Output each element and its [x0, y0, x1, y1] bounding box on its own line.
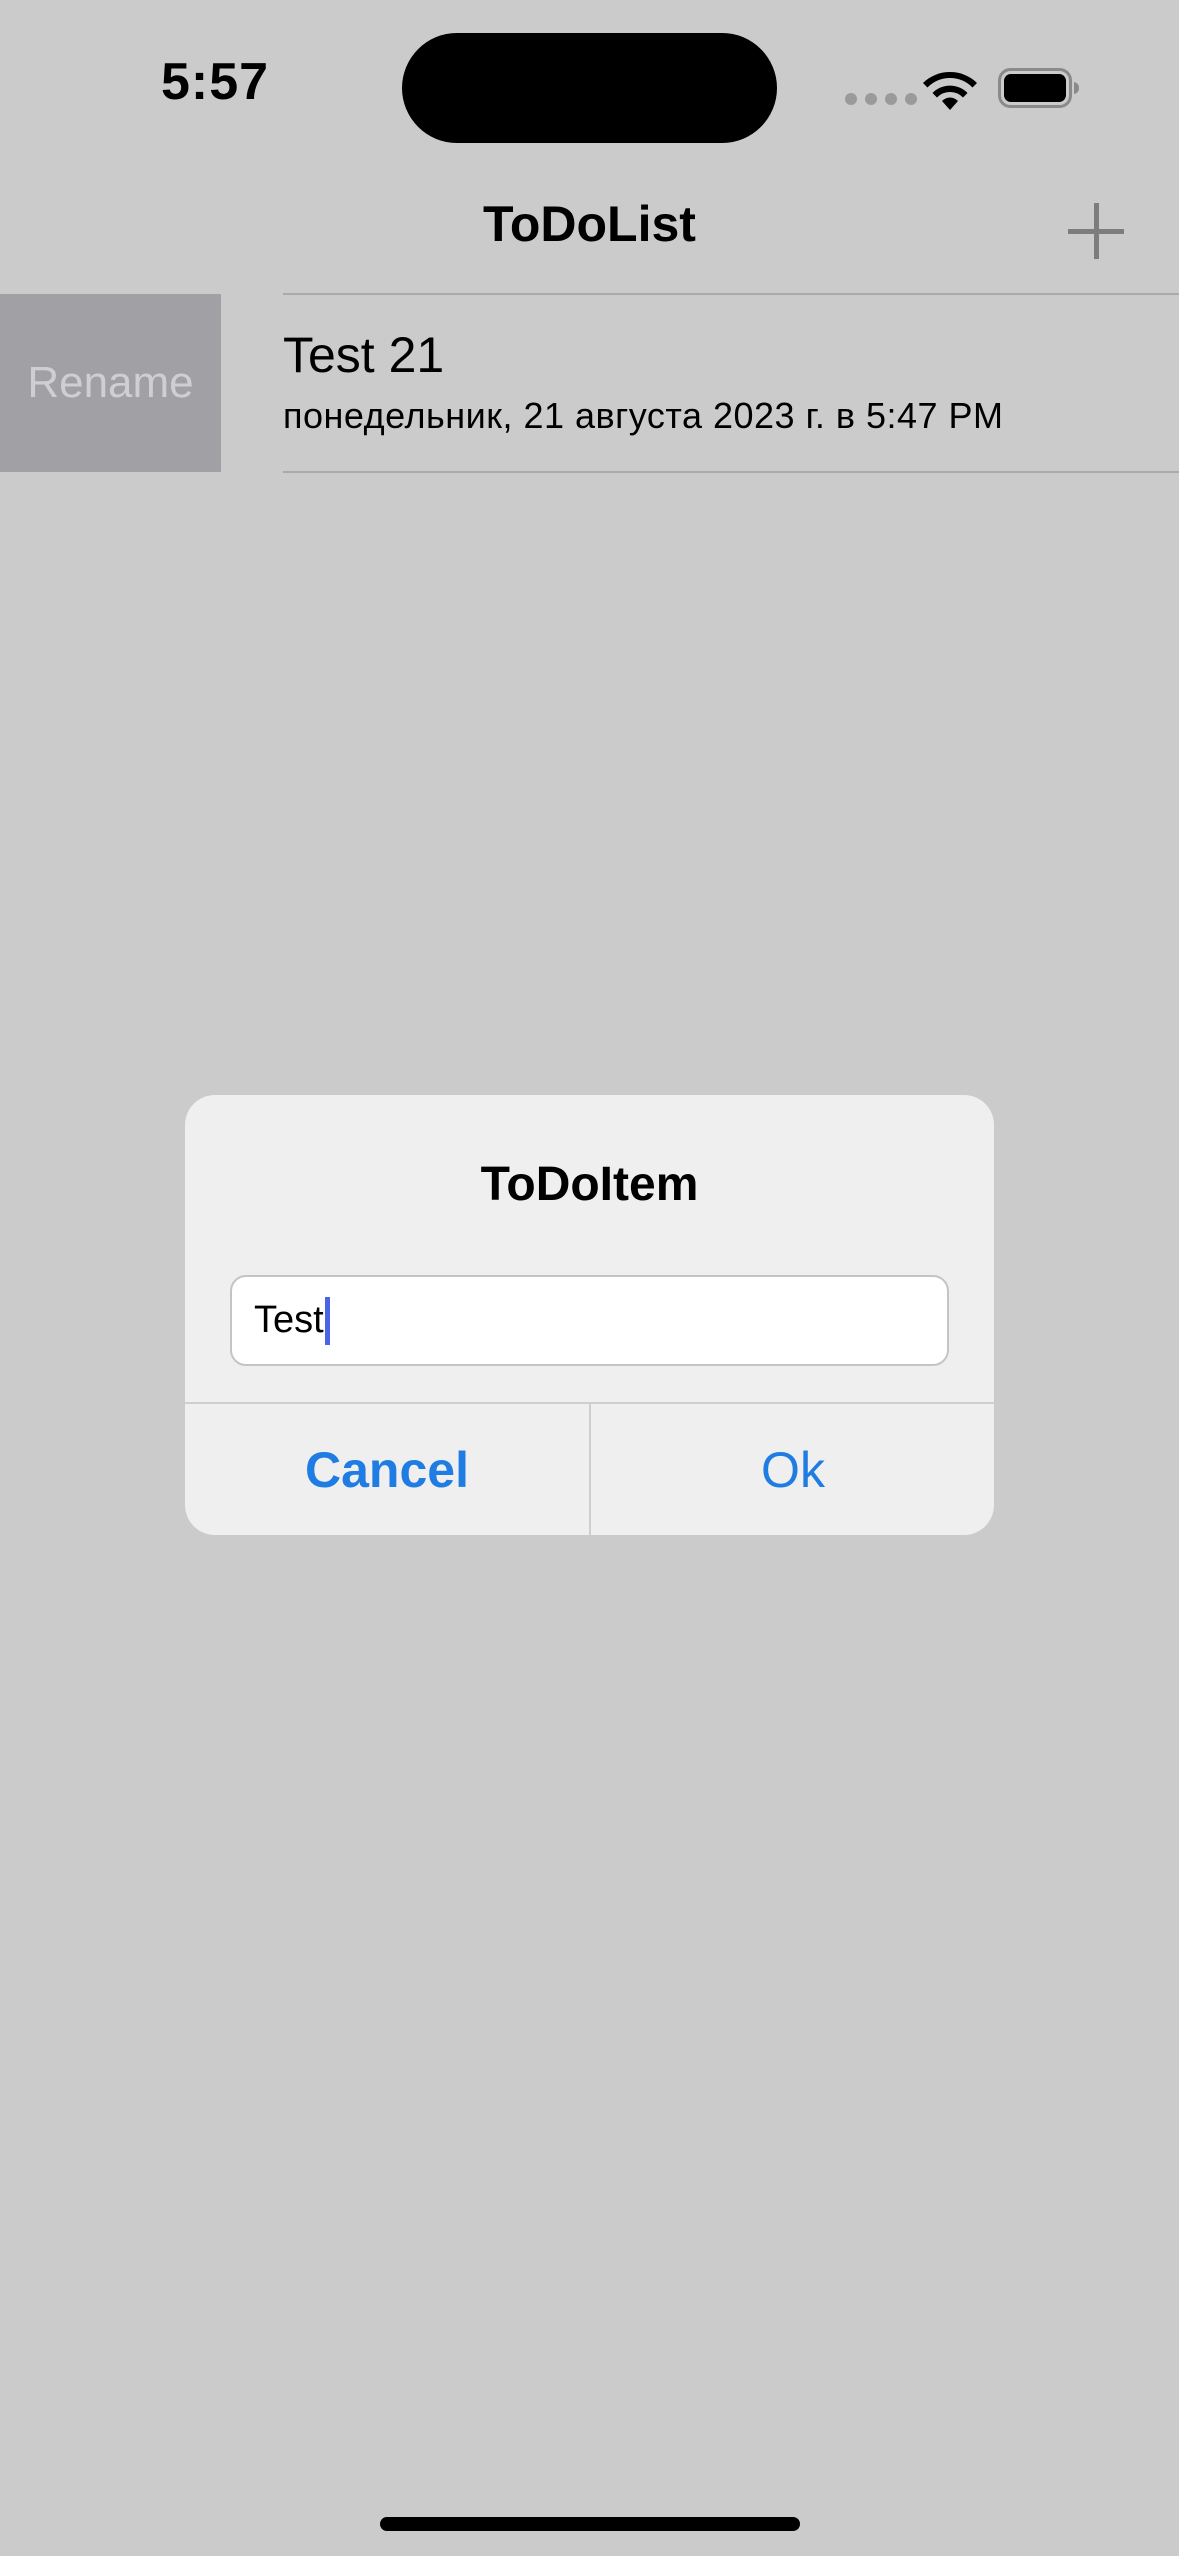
nav-separator	[283, 293, 1179, 295]
dynamic-island	[402, 33, 777, 143]
rename-button[interactable]: Rename	[0, 294, 221, 472]
input-value: Test	[254, 1299, 324, 1341]
status-time: 5:57	[160, 53, 270, 111]
rename-label: Rename	[27, 358, 194, 407]
alert-dialog: ToDoItem Test Cancel Ok	[185, 1095, 994, 1535]
alert-title: ToDoItem	[480, 1158, 699, 1211]
battery-icon	[998, 68, 1079, 108]
name-input[interactable]: Test	[230, 1275, 949, 1366]
cellular-signal-icon	[845, 93, 917, 105]
cancel-button[interactable]: Cancel	[185, 1404, 589, 1535]
list-item-subtitle: понедельник, 21 августа 2023 г. в 5:47 P…	[283, 395, 1004, 436]
nav-title: ToDoList	[483, 196, 696, 252]
screen: 5:57 ToDoList Rename Test 21 понедельник…	[0, 0, 1179, 2556]
ok-button[interactable]: Ok	[591, 1404, 994, 1535]
row-separator	[283, 471, 1179, 473]
text-cursor	[324, 1296, 330, 1345]
list-item-title[interactable]: Test 21	[283, 326, 444, 384]
plus-icon[interactable]	[1060, 195, 1132, 267]
wifi-icon	[923, 71, 977, 110]
home-indicator[interactable]	[380, 2517, 800, 2531]
